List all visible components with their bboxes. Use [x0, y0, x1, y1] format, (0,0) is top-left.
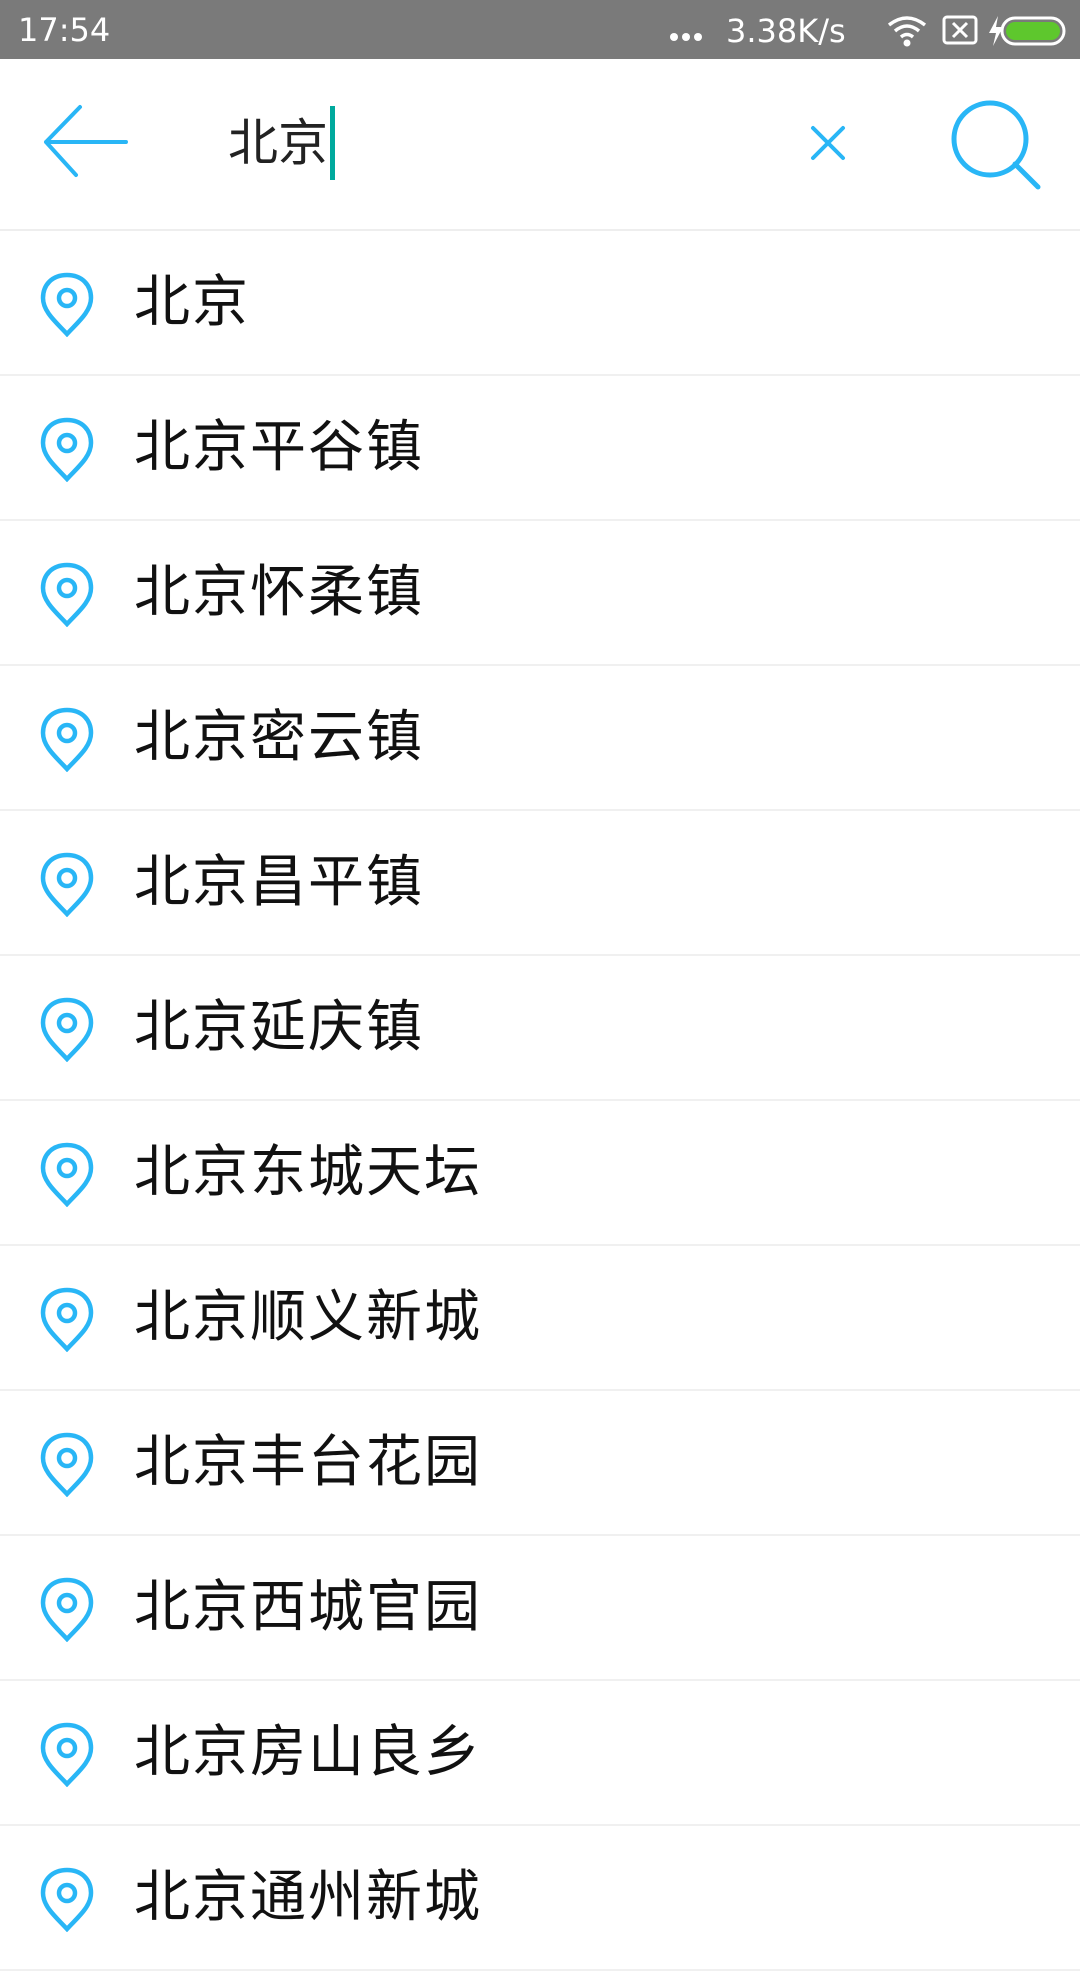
location-pin-icon: [40, 562, 94, 627]
suggestion-label: 北京: [134, 270, 250, 335]
location-pin-icon: [40, 417, 94, 482]
suggestion-item[interactable]: 北京: [0, 231, 1080, 376]
suggestion-item[interactable]: 北京密云镇: [0, 666, 1080, 811]
suggestion-item[interactable]: 北京通州新城: [0, 1826, 1080, 1971]
suggestion-label: 北京平谷镇: [134, 415, 424, 480]
suggestion-item[interactable]: 北京房山良乡: [0, 1681, 1080, 1826]
search-icon: [951, 100, 1041, 190]
suggestion-label: 北京丰台花园: [134, 1430, 482, 1495]
location-pin-icon: [40, 1432, 94, 1497]
location-pin-icon: [40, 852, 94, 917]
location-pin-icon: [40, 707, 94, 772]
location-pin-icon: [40, 997, 94, 1062]
search-input[interactable]: 北京: [228, 105, 335, 180]
close-icon: [811, 126, 845, 160]
suggestion-item[interactable]: 北京丰台花园: [0, 1391, 1080, 1536]
suggestion-list: 北京 北京平谷镇 北京怀柔镇 北京密云镇 北京昌平镇 北京延庆镇 北京东城天坛 …: [0, 231, 1080, 1971]
suggestion-label: 北京通州新城: [134, 1865, 482, 1930]
search-bar: 北京: [0, 59, 1080, 231]
suggestion-label: 北京西城官园: [134, 1575, 482, 1640]
clear-button[interactable]: [800, 115, 856, 171]
back-button[interactable]: [40, 99, 130, 189]
location-pin-icon: [40, 1867, 94, 1932]
wifi-icon: [887, 16, 927, 47]
search-button[interactable]: [948, 97, 1044, 193]
suggestion-item[interactable]: 北京昌平镇: [0, 811, 1080, 956]
status-icons: 3.38K/s: [664, 9, 1066, 51]
suggestion-label: 北京延庆镇: [134, 995, 424, 1060]
more-dots-icon: [670, 33, 702, 41]
suggestion-item[interactable]: 北京东城天坛: [0, 1101, 1080, 1246]
suggestion-label: 北京怀柔镇: [134, 560, 424, 625]
location-pin-icon: [40, 1142, 94, 1207]
suggestion-item[interactable]: 北京平谷镇: [0, 376, 1080, 521]
location-pin-icon: [40, 1577, 94, 1642]
suggestion-label: 北京密云镇: [134, 705, 424, 770]
text-caret: [330, 105, 335, 180]
suggestion-item[interactable]: 北京怀柔镇: [0, 521, 1080, 666]
arrow-left-icon: [44, 105, 128, 177]
status-time: 17:54: [18, 11, 111, 49]
suggestion-item[interactable]: 北京顺义新城: [0, 1246, 1080, 1391]
location-pin-icon: [40, 272, 94, 337]
network-speed: 3.38K/s: [726, 12, 846, 50]
location-pin-icon: [40, 1722, 94, 1787]
location-pin-icon: [40, 1287, 94, 1352]
suggestion-label: 北京房山良乡: [134, 1720, 482, 1785]
suggestion-item[interactable]: 北京延庆镇: [0, 956, 1080, 1101]
suggestion-label: 北京东城天坛: [134, 1140, 482, 1205]
suggestion-item[interactable]: 北京西城官园: [0, 1536, 1080, 1681]
battery-icon: [1000, 16, 1066, 46]
suggestion-label: 北京顺义新城: [134, 1285, 482, 1350]
sim-no-signal-icon: [942, 15, 978, 45]
suggestion-label: 北京昌平镇: [134, 850, 424, 915]
search-query-text: 北京: [228, 114, 328, 172]
status-bar: 17:54 3.38K/s: [0, 0, 1080, 59]
